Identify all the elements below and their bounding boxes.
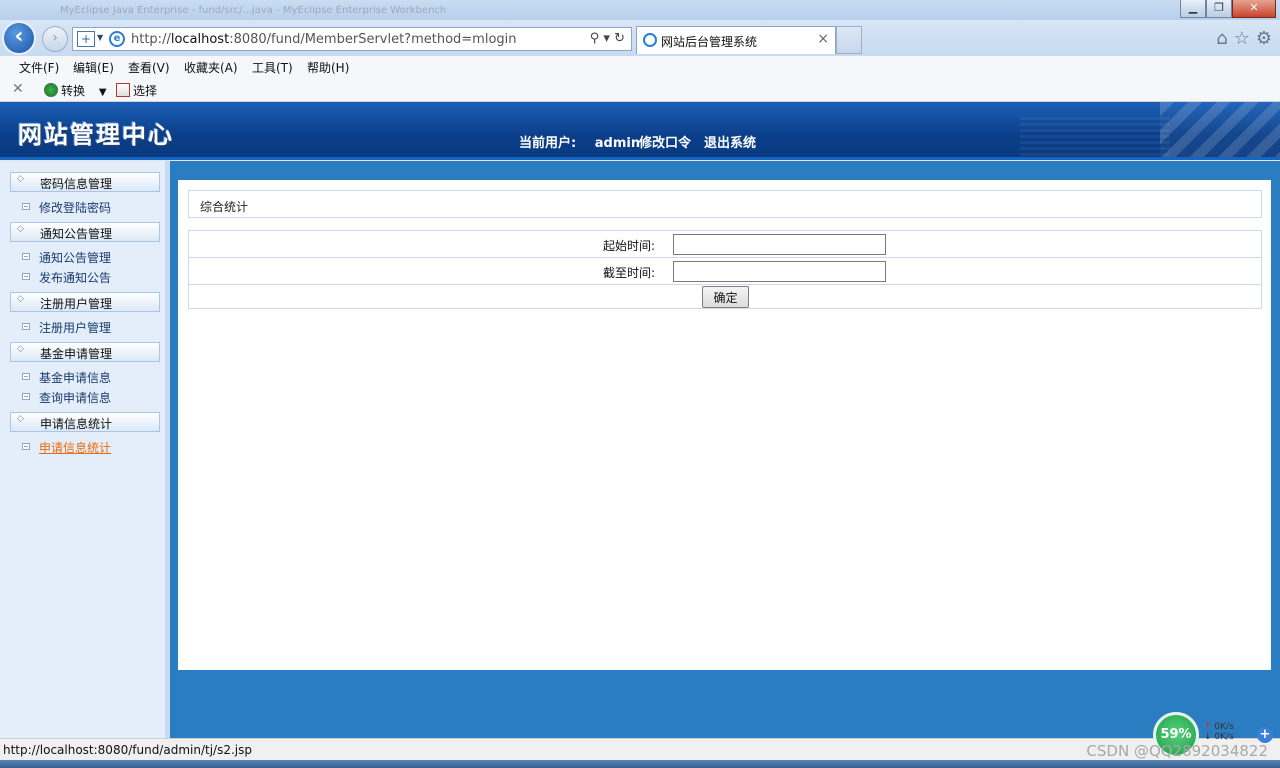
window-controls: ▁ ❐ ✕ <box>1180 0 1276 18</box>
minus-box-icon <box>22 273 30 280</box>
current-user-label: 当前用户: admin <box>519 136 641 151</box>
menu-file[interactable]: 文件(F) <box>19 59 59 76</box>
start-time-input[interactable] <box>673 234 886 255</box>
ie-tab-icon <box>643 33 657 47</box>
plus-icon[interactable]: + <box>1257 727 1273 743</box>
select-icon <box>116 83 130 97</box>
convert-icon <box>44 83 58 97</box>
close-window-button[interactable]: ✕ <box>1232 0 1276 18</box>
status-url: http://localhost:8080/fund/admin/tj/s2.j… <box>3 743 252 757</box>
upload-speed: 0K/s <box>1214 722 1234 732</box>
address-url[interactable]: http://localhost:8080/fund/MemberServlet… <box>131 32 517 47</box>
end-time-input[interactable] <box>673 261 886 282</box>
minus-box-icon <box>22 373 30 380</box>
menu-view[interactable]: 查看(V) <box>128 59 170 76</box>
end-time-row: 截至时间: <box>189 258 1261 285</box>
chevron-down-icon[interactable]: ▼ <box>99 87 107 98</box>
minus-box-icon <box>22 393 30 400</box>
download-speed: 0K/s <box>1214 732 1234 742</box>
breadcrumb: 综合统计 <box>188 190 1262 218</box>
convert-button[interactable]: 转换 ▼ <box>44 82 107 99</box>
new-tab-button[interactable] <box>836 26 862 54</box>
search-icon[interactable]: ⚲ <box>590 31 600 46</box>
select-button[interactable]: 选择 <box>116 82 157 99</box>
start-time-label: 起始时间: <box>602 239 655 253</box>
home-icon[interactable]: ⌂ <box>1216 28 1227 49</box>
start-time-row: 起始时间: <box>189 231 1261 258</box>
menu-bar: 文件(F) 编辑(E) 查看(V) 收藏夹(A) 工具(T) 帮助(H) <box>0 56 1280 78</box>
tab-title: 网站后台管理系统 <box>661 35 758 49</box>
end-time-label: 截至时间: <box>602 266 655 280</box>
address-bar[interactable]: + ▼ e http://localhost:8080/fund/MemberS… <box>72 27 632 51</box>
watermark: CSDN @QQ2892034822 <box>1086 742 1268 760</box>
minimize-button[interactable]: ▁ <box>1180 0 1206 18</box>
network-speed: ↑ 0K/s ↓ 0K/s <box>1204 722 1260 742</box>
close-toolbar-icon[interactable]: ✕ <box>12 81 24 97</box>
bullet-icon: ◇ <box>17 294 24 304</box>
browser-navbar: ‹ › + ▼ e http://localhost:8080/fund/Mem… <box>0 20 1280 56</box>
site-logo: 网站管理中心 <box>18 120 174 149</box>
header-decoration <box>1020 116 1170 156</box>
minus-box-icon <box>22 323 30 330</box>
menu-help[interactable]: 帮助(H) <box>307 59 349 76</box>
menu-tools[interactable]: 工具(T) <box>252 59 293 76</box>
sidebar-group-statistics[interactable]: ◇ 申请信息统计 <box>10 412 160 432</box>
chevron-down-icon[interactable]: ▼ <box>97 33 103 42</box>
maximize-button[interactable]: ❐ <box>1206 0 1232 18</box>
submit-button[interactable]: 确定 <box>702 286 749 308</box>
sidebar-group-users[interactable]: ◇ 注册用户管理 <box>10 292 160 312</box>
page-title: 综合统计 <box>200 200 249 214</box>
submit-row: 确定 <box>189 285 1261 309</box>
minus-box-icon <box>22 203 30 210</box>
sidebar-group-password[interactable]: ◇ 密码信息管理 <box>10 172 160 192</box>
command-bar: ✕ 转换 ▼ 选择 <box>0 78 1280 102</box>
keyboard-decoration <box>1160 102 1280 157</box>
menu-edit[interactable]: 编辑(E) <box>73 59 114 76</box>
menu-favorites[interactable]: 收藏夹(A) <box>184 59 238 76</box>
favorites-star-icon[interactable]: ☆ <box>1234 28 1250 49</box>
upload-arrow-icon: ↑ <box>1204 722 1212 732</box>
forward-button[interactable]: › <box>42 26 68 52</box>
statistics-form: 起始时间: 截至时间: 确定 <box>188 230 1262 309</box>
compatibility-view-icon[interactable]: + <box>77 31 95 47</box>
refresh-icon[interactable]: ↻ <box>614 31 625 46</box>
chevron-down-icon[interactable]: ▾ <box>603 31 610 46</box>
minus-box-icon <box>22 253 30 260</box>
change-password-link[interactable]: 修改口令 <box>639 132 691 151</box>
bullet-icon: ◇ <box>17 344 24 354</box>
site-header: 网站管理中心 当前用户: admin 修改口令 退出系统 <box>0 102 1280 160</box>
browser-tab[interactable]: 网站后台管理系统 × <box>636 26 836 54</box>
bullet-icon: ◇ <box>17 174 24 184</box>
back-button[interactable]: ‹ <box>2 21 36 55</box>
logout-link[interactable]: 退出系统 <box>704 132 756 151</box>
browser-right-icons: ⌂ ☆ ⚙ <box>1216 28 1272 49</box>
address-controls: ⚲ ▾ ↻ <box>590 31 625 46</box>
windows-taskbar <box>0 760 1280 768</box>
minus-box-icon <box>22 443 30 450</box>
gear-icon[interactable]: ⚙ <box>1256 28 1272 49</box>
bullet-icon: ◇ <box>17 224 24 234</box>
bullet-icon: ◇ <box>17 414 24 424</box>
close-tab-icon[interactable]: × <box>817 31 829 47</box>
sidebar-group-notices[interactable]: ◇ 通知公告管理 <box>10 222 160 242</box>
sidebar-group-fund[interactable]: ◇ 基金申请管理 <box>10 342 160 362</box>
download-arrow-icon: ↓ <box>1204 732 1212 742</box>
window-title: MyEclipse Java Enterprise - fund/src/...… <box>60 5 447 16</box>
ie-page-icon: e <box>109 31 125 47</box>
